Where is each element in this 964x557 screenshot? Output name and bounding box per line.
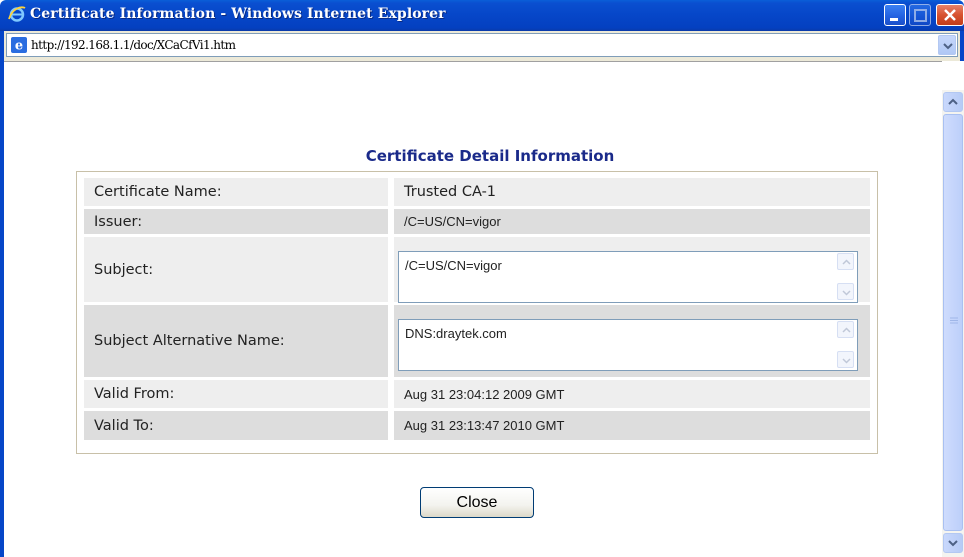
subject-scroll-up-button[interactable] xyxy=(837,253,854,270)
scroll-up-icon xyxy=(948,98,958,105)
valid-to-label: Valid To: xyxy=(84,411,388,440)
window-title: Certificate Information - Windows Intern… xyxy=(30,6,446,22)
address-url: http://192.168.1.1/doc/XCaCfVi1.htm xyxy=(31,38,236,52)
address-dropdown-button[interactable] xyxy=(938,35,956,55)
minimize-icon xyxy=(890,18,898,21)
scroll-down-button[interactable] xyxy=(943,533,963,553)
maximize-button[interactable] xyxy=(909,4,931,26)
san-value: DNS:draytek.com xyxy=(405,326,507,341)
ie-page-icon: e xyxy=(11,37,27,54)
close-button[interactable]: Close xyxy=(420,487,534,518)
issuer-label: Issuer: xyxy=(84,209,388,234)
san-scroll-down-button[interactable] xyxy=(837,351,854,368)
maximize-icon xyxy=(914,9,927,22)
svg-text:e: e xyxy=(15,39,23,54)
minimize-button[interactable] xyxy=(884,4,906,26)
subject-value: /C=US/CN=vigor xyxy=(405,258,502,273)
valid-to-value: Aug 31 23:13:47 2010 GMT xyxy=(394,411,870,440)
subject-textarea[interactable]: /C=US/CN=vigor xyxy=(398,251,858,303)
subject-label: Subject: xyxy=(84,237,388,302)
subject-textarea-scrollbar[interactable] xyxy=(837,253,856,301)
row-valid-from: Valid From: Aug 31 23:04:12 2009 GMT xyxy=(84,380,870,408)
valid-from-label: Valid From: xyxy=(84,380,388,408)
close-window-button[interactable] xyxy=(936,4,964,26)
close-icon xyxy=(944,9,956,21)
san-label: Subject Alternative Name: xyxy=(84,305,388,377)
chevron-down-icon xyxy=(943,43,953,50)
certificate-name-value: Trusted CA-1 xyxy=(394,178,870,206)
page-title: Certificate Detail Information xyxy=(365,147,615,165)
scroll-thumb[interactable] xyxy=(943,114,963,531)
scroll-down-icon xyxy=(842,358,851,364)
row-certificate-name: Certificate Name: Trusted CA-1 xyxy=(84,178,870,206)
address-bar: e http://192.168.1.1/doc/XCaCfVi1.htm xyxy=(0,31,964,61)
grip-icon xyxy=(950,317,958,324)
title-bar: Certificate Information - Windows Intern… xyxy=(0,0,964,31)
san-scroll-up-button[interactable] xyxy=(837,321,854,338)
address-field[interactable]: e http://192.168.1.1/doc/XCaCfVi1.htm xyxy=(6,33,958,57)
row-issuer: Issuer: /C=US/CN=vigor xyxy=(84,209,870,234)
certificate-name-label: Certificate Name: xyxy=(84,178,388,206)
ie-logo-icon xyxy=(8,5,26,23)
vertical-scrollbar[interactable] xyxy=(942,90,964,557)
scroll-up-button[interactable] xyxy=(943,92,963,112)
san-textarea[interactable]: DNS:draytek.com xyxy=(398,319,858,371)
scroll-down-icon xyxy=(842,290,851,296)
valid-from-value: Aug 31 23:04:12 2009 GMT xyxy=(394,380,870,408)
subject-scroll-down-button[interactable] xyxy=(837,283,854,300)
issuer-value: /C=US/CN=vigor xyxy=(394,209,870,234)
scroll-down-icon xyxy=(948,540,958,547)
scroll-up-icon xyxy=(842,259,851,265)
certificate-detail-table: Certificate Name: Trusted CA-1 Issuer: /… xyxy=(76,171,878,454)
row-valid-to: Valid To: Aug 31 23:13:47 2010 GMT xyxy=(84,411,870,440)
san-textarea-scrollbar[interactable] xyxy=(837,321,856,369)
scroll-up-icon xyxy=(842,327,851,333)
